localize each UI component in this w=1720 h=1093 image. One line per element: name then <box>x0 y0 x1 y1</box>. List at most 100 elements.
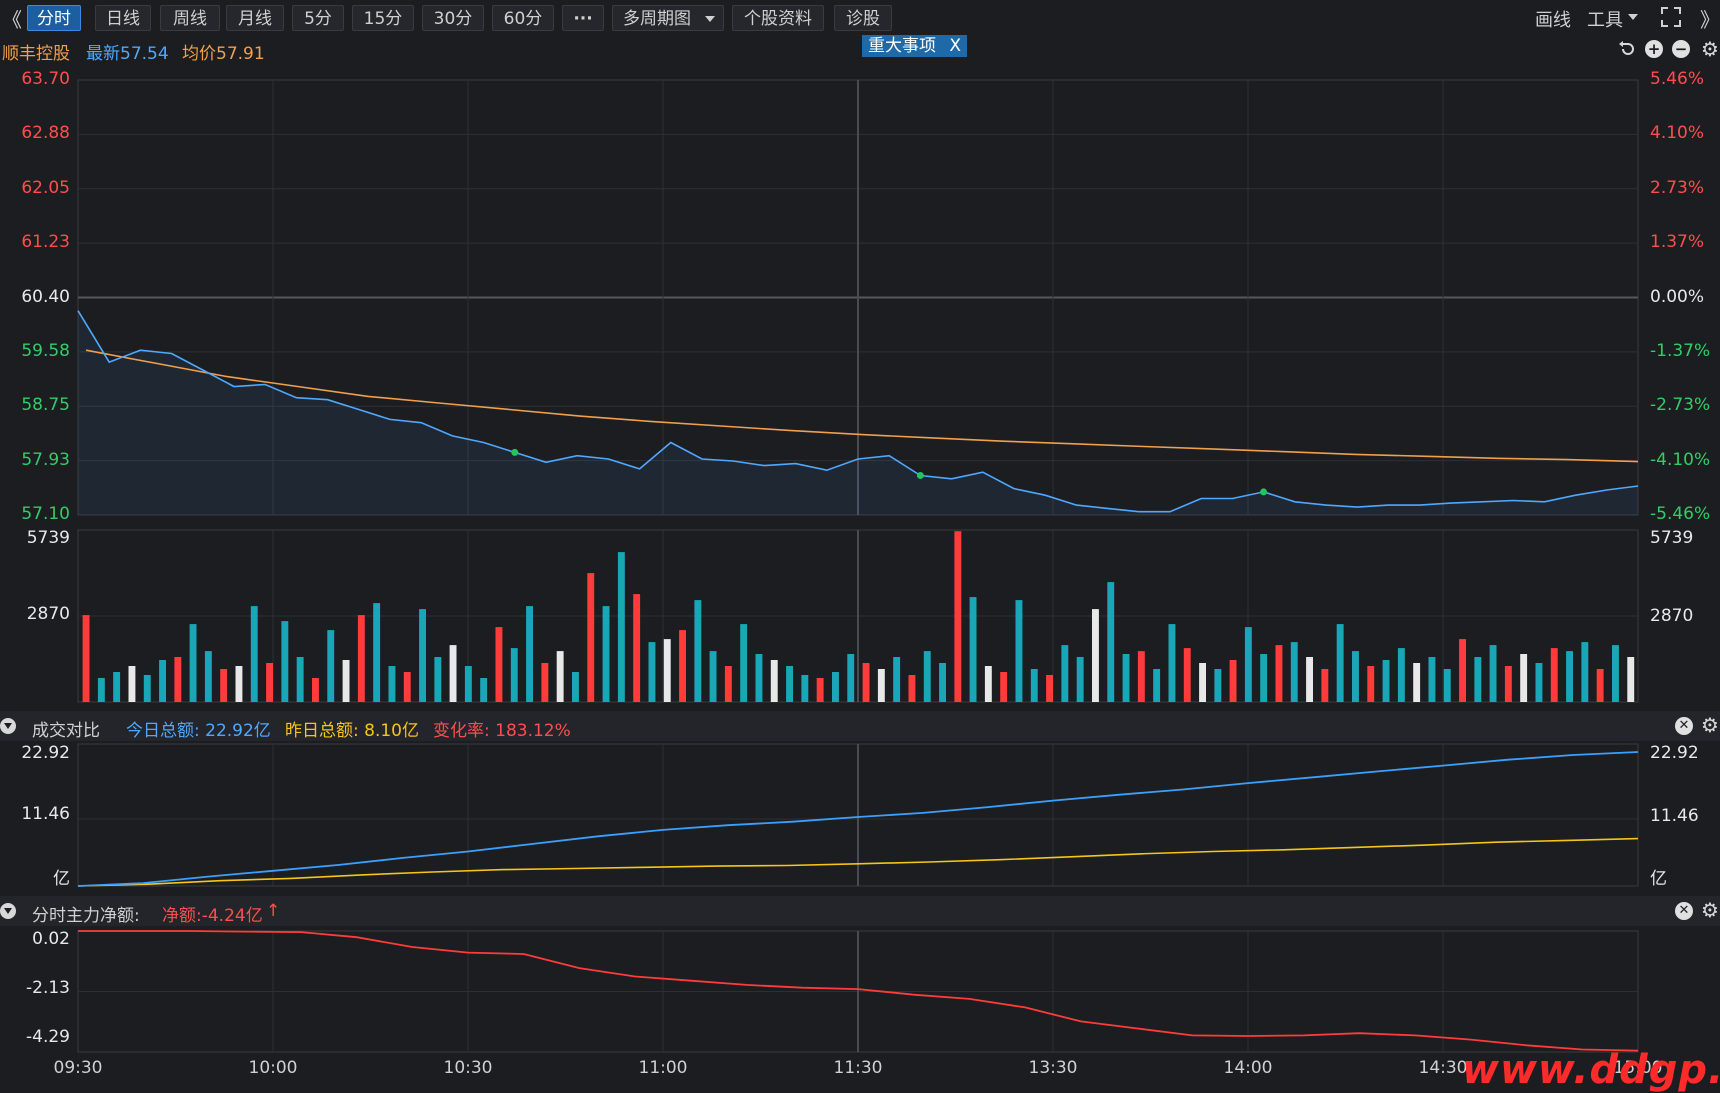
volume-bar <box>449 645 457 702</box>
volume-bar <box>357 615 365 702</box>
volume-bar <box>633 594 641 702</box>
signal-dot <box>916 471 924 479</box>
volume-bar <box>1000 672 1008 702</box>
volume-bar <box>373 603 381 702</box>
volume-bar <box>1504 666 1512 702</box>
volume-bar <box>1535 663 1543 702</box>
volume-bar <box>832 672 839 702</box>
volume-bar <box>694 600 702 702</box>
volume-bar <box>1397 648 1405 702</box>
volume-bar <box>281 621 289 702</box>
volume-bar <box>1107 582 1115 702</box>
volume-bar <box>1474 657 1482 702</box>
volume-bar <box>1428 657 1436 702</box>
volume-bar <box>1489 645 1497 702</box>
volume-bar <box>1581 642 1589 702</box>
volume-bar <box>1076 657 1084 702</box>
volume-bar <box>1336 624 1344 702</box>
volume-bar <box>97 678 105 702</box>
volume-bar <box>1596 669 1604 702</box>
volume-bar <box>1244 627 1252 702</box>
volume-bar <box>893 657 901 702</box>
volume-bar <box>1627 657 1635 702</box>
volume-bar <box>969 597 977 702</box>
volume-bar <box>128 666 136 702</box>
volume-bar <box>220 669 228 702</box>
volume-bar <box>572 672 579 702</box>
volume-bar <box>1566 651 1573 702</box>
volume-bar <box>709 651 717 702</box>
volume-bar <box>204 651 212 702</box>
volume-bar <box>403 672 411 702</box>
volume-bar <box>923 651 931 702</box>
volume-bar <box>312 678 319 702</box>
volume-bar <box>954 531 962 702</box>
volume-bar <box>189 624 197 702</box>
volume-bar <box>755 654 763 702</box>
volume-bar <box>1122 654 1130 702</box>
volume-bar <box>174 657 182 702</box>
signal-dot <box>1260 488 1268 496</box>
volume-bar <box>1199 663 1206 702</box>
volume-bar <box>663 639 671 702</box>
volume-bar <box>908 675 916 702</box>
volume-bar <box>1413 663 1421 702</box>
volume-bar <box>1260 654 1268 702</box>
volume-bar <box>984 666 992 702</box>
watermark: www.ddgp.net <box>1462 1047 1720 1093</box>
volume-bar <box>617 552 625 702</box>
volume-bar <box>877 669 885 702</box>
volume-bar <box>296 657 304 702</box>
volume-bar <box>327 630 335 702</box>
volume-bar <box>342 660 350 702</box>
volume-bar <box>556 651 564 702</box>
intraday-chart-canvas[interactable] <box>0 0 1720 1087</box>
signal-dot <box>511 448 519 456</box>
volume-bar <box>801 675 809 702</box>
volume-bar <box>1520 654 1528 702</box>
volume-bar <box>1046 675 1053 702</box>
volume-bar <box>159 660 166 702</box>
volume-bar <box>266 663 273 702</box>
volume-bar <box>1612 645 1619 702</box>
volume-bar <box>770 660 778 702</box>
volume-bar <box>648 642 656 702</box>
volume-bar <box>1550 648 1558 702</box>
volume-bar <box>816 678 824 702</box>
volume-bar <box>1321 669 1329 702</box>
volume-bar <box>1367 666 1375 702</box>
volume-bar <box>1443 669 1451 702</box>
volume-bar <box>1214 669 1222 702</box>
volume-bar <box>82 615 90 702</box>
volume-bar <box>388 666 396 702</box>
volume-bar <box>587 573 595 702</box>
volume-bar <box>939 663 946 702</box>
volume-bar <box>1153 669 1161 702</box>
volume-bar <box>786 666 793 702</box>
volume-bar <box>1352 651 1359 702</box>
volume-bar <box>1290 642 1298 702</box>
volume-bar <box>740 624 748 702</box>
volume-bar <box>602 606 610 702</box>
volume-bar <box>1275 645 1283 702</box>
volume-bar <box>541 663 549 702</box>
volume-bar <box>113 672 121 702</box>
volume-bar <box>526 606 533 702</box>
volume-bar <box>510 648 518 702</box>
volume-bar <box>724 666 732 702</box>
volume-bar <box>250 606 258 702</box>
volume-bar <box>847 654 855 702</box>
volume-bar <box>1306 657 1313 702</box>
volume-bar <box>1382 660 1390 702</box>
volume-bar <box>143 675 151 702</box>
volume-bar <box>1015 600 1023 702</box>
volume-bar <box>434 657 442 702</box>
volume-bar <box>1137 651 1145 702</box>
volume-bar <box>464 666 472 702</box>
volume-bar <box>495 627 503 702</box>
volume-bar <box>419 609 426 702</box>
volume-bar <box>679 630 686 702</box>
volume-bar <box>1030 669 1038 702</box>
volume-bar <box>1459 639 1466 702</box>
volume-bar <box>862 663 870 702</box>
